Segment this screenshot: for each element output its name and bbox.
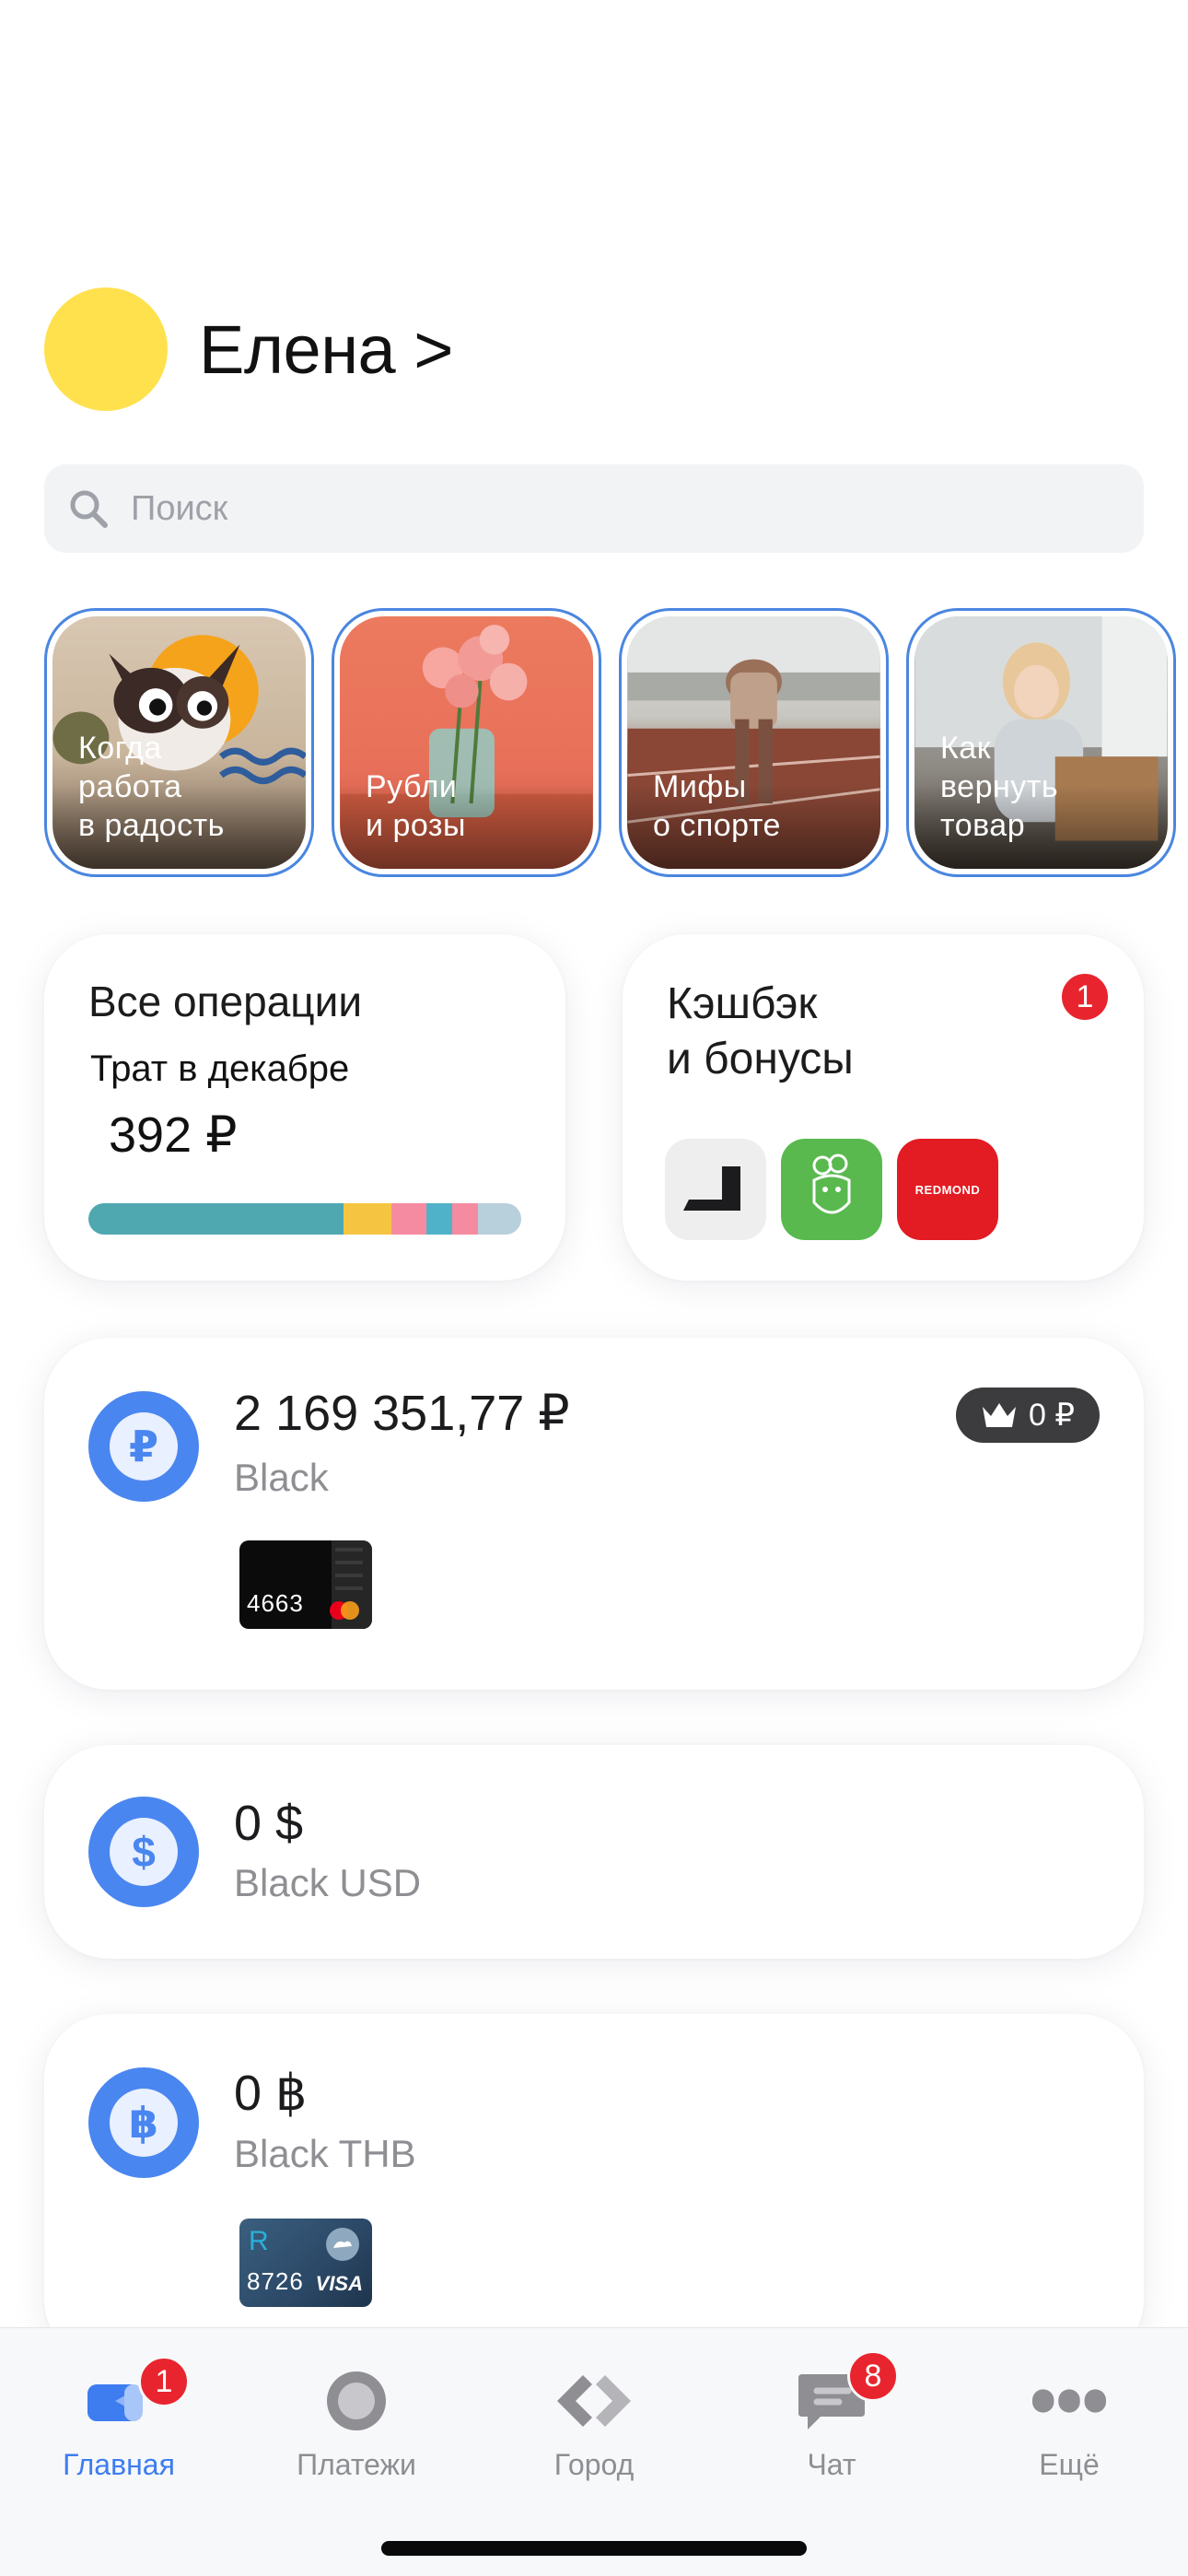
visa-logo: VISA <box>315 2272 363 2295</box>
tab-payments[interactable]: Платежи <box>238 2350 475 2507</box>
main-screen: Елена > Поиск Когда работа в радость Руб… <box>0 0 1188 2576</box>
svg-text:R: R <box>249 2226 269 2256</box>
search-icon <box>70 490 108 528</box>
crown-icon <box>983 1403 1016 1427</box>
chat-badge: 8 <box>847 2350 899 2402</box>
ruble-account-icon: ₽ <box>88 1391 199 1502</box>
card-last-digits: 8726 <box>247 2267 304 2295</box>
avatar[interactable] <box>44 287 168 411</box>
tab-city[interactable]: Город <box>475 2350 713 2507</box>
spending-bar-segment <box>425 1203 452 1235</box>
story-caption: Мифы о спорте <box>653 769 781 843</box>
account-card-usd[interactable]: $ 0 $ Black USD <box>44 1745 1144 1959</box>
more-icon <box>1032 2369 1106 2433</box>
story-roses[interactable]: Рубли и розы <box>332 608 601 877</box>
partner-logo-green[interactable] <box>781 1139 882 1240</box>
redmond-logo-text: REDMOND <box>914 1182 981 1197</box>
spending-bar-segment <box>88 1203 344 1235</box>
stories-carousel[interactable]: Когда работа в радость Рубли и розы Мифы… <box>44 608 1188 881</box>
account-balance: 0 $ <box>234 1796 304 1851</box>
story-caption: Когда работа в радость <box>78 731 225 843</box>
tab-more[interactable]: Ещё <box>950 2350 1188 2507</box>
premium-points-value: 0 ₽ <box>1029 1398 1075 1433</box>
spending-bar-segment <box>477 1203 521 1235</box>
partner-logo-redmond[interactable]: REDMOND <box>897 1139 998 1240</box>
cashback-title: Кэшбэк и бонусы <box>667 979 854 1083</box>
operations-title: Все операции <box>88 978 363 1025</box>
tab-chat[interactable]: 8 Чат <box>713 2350 950 2507</box>
tab-label: Главная <box>63 2448 175 2481</box>
dollar-account-icon: $ <box>88 1797 199 1907</box>
spending-bar-segment <box>451 1203 478 1235</box>
story-caption: Рубли и розы <box>366 769 466 843</box>
payments-icon <box>320 2369 393 2433</box>
premium-points-badge[interactable]: 0 ₽ <box>956 1388 1100 1443</box>
cashback-card[interactable]: Кэшбэк и бонусы 1 REDMOND <box>623 934 1144 1281</box>
operations-subtitle: Трат в декабре <box>90 1048 350 1089</box>
search-input[interactable]: Поиск <box>44 464 1144 553</box>
account-card-rub[interactable]: ₽ 2 169 351,77 ₽ Black 0 ₽ 4663 <box>44 1338 1144 1690</box>
tab-label: Город <box>553 2448 635 2481</box>
story-work[interactable]: Когда работа в радость <box>44 608 314 877</box>
story-sport[interactable]: Мифы о спорте <box>619 608 889 877</box>
user-name[interactable]: Елена > <box>199 310 454 389</box>
tab-home[interactable]: 1 Главная <box>0 2350 238 2507</box>
spending-bar <box>88 1203 521 1235</box>
account-name: Black USD <box>234 1861 422 1904</box>
baht-account-icon: ฿ <box>88 2067 199 2178</box>
operations-amount: 392 ₽ <box>109 1107 238 1163</box>
card-last-digits: 4663 <box>247 1589 304 1617</box>
operations-card[interactable]: Все операции Трат в декабре 392 ₽ <box>44 934 565 1281</box>
account-card-thb[interactable]: ฿ 0 ฿ Black THB R 8726 VISA <box>44 2014 1144 2364</box>
account-name: Black THB <box>234 2132 416 2175</box>
home-indicator[interactable] <box>381 2541 807 2556</box>
city-icon <box>557 2369 631 2433</box>
account-balance: 0 ฿ <box>234 2066 308 2121</box>
bank-card-8726[interactable]: R 8726 VISA <box>239 2219 372 2307</box>
tab-label: Чат <box>807 2448 856 2481</box>
tab-label: Ещё <box>1039 2448 1100 2481</box>
home-badge: 1 <box>138 2356 190 2407</box>
profile-header[interactable]: Елена > <box>44 287 454 411</box>
search-placeholder: Поиск <box>131 488 228 528</box>
green-mascot-logo-icon <box>812 1153 851 1214</box>
partner-logo-dark[interactable] <box>665 1139 766 1240</box>
spending-bar-segment <box>344 1203 391 1235</box>
dollar-symbol: $ <box>110 1818 178 1886</box>
baht-symbol: ฿ <box>110 2089 178 2157</box>
tab-bar: 1 Главная Платежи Город 8 Чат Ещё <box>0 2327 1188 2576</box>
dark-corner-logo-icon <box>683 1166 740 1211</box>
spending-bar-segment <box>390 1203 426 1235</box>
account-balance: 2 169 351,77 ₽ <box>234 1386 570 1441</box>
bank-card-4663[interactable]: 4663 <box>239 1540 372 1629</box>
account-name: Black <box>234 1456 329 1499</box>
story-return[interactable]: Как вернуть товар <box>906 608 1176 877</box>
tab-label: Платежи <box>297 2448 416 2481</box>
story-caption: Как вернуть товар <box>940 731 1059 843</box>
cashback-badge: 1 <box>1059 971 1111 1023</box>
ruble-symbol: ₽ <box>110 1412 178 1481</box>
